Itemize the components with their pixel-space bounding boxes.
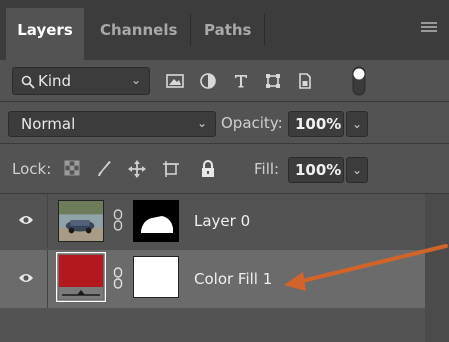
- annotation-arrow: [284, 244, 448, 291]
